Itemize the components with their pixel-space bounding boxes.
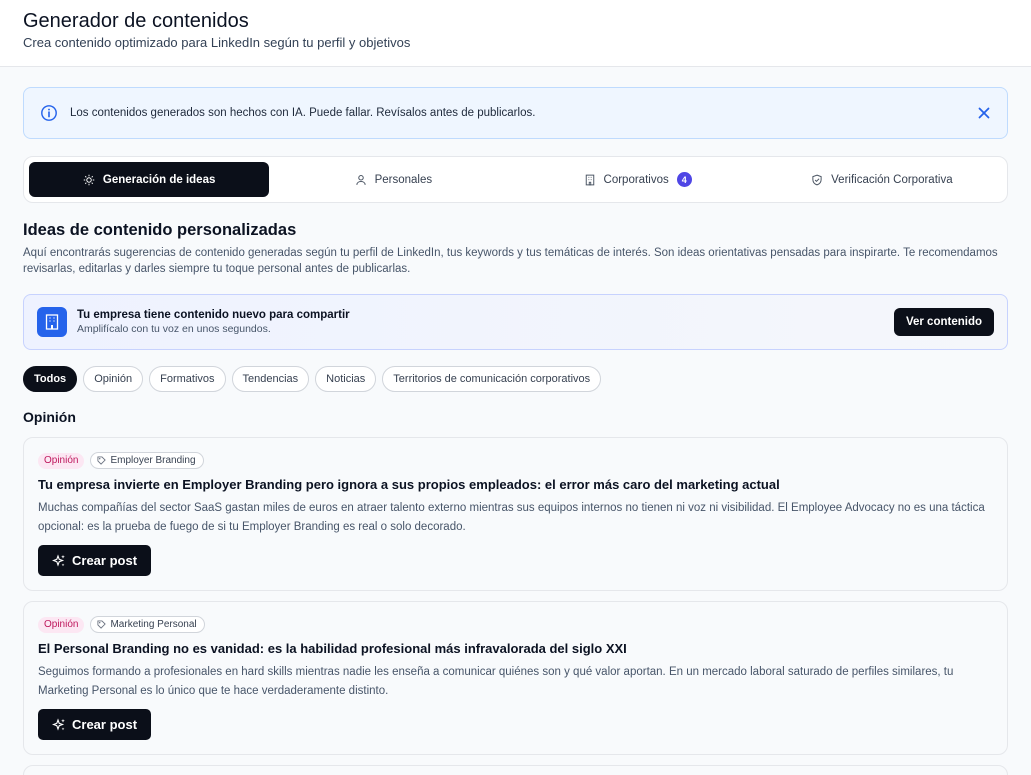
filter-noticias[interactable]: Noticias: [315, 366, 377, 392]
filter-formativos[interactable]: Formativos: [149, 366, 226, 392]
page-subtitle: Crea contenido optimizado para LinkedIn …: [23, 35, 411, 50]
section-description: Aquí encontrarás sugerencias de contenid…: [23, 247, 998, 275]
sparkles-icon: [52, 553, 65, 567]
tab-verificacion-corporativa[interactable]: Verificación Corporativa: [762, 162, 1002, 197]
building-icon: [585, 174, 594, 185]
idea-title: Tu empresa invierte en Employer Branding…: [38, 477, 780, 492]
tab-generacion-ideas[interactable]: Generación de ideas: [29, 162, 270, 197]
company-content-banner: Tu empresa tiene contenido nuevo para co…: [23, 294, 1008, 350]
idea-card: Opinión Employer Branding Tu empresa inv…: [23, 437, 1008, 591]
keyword-tag: Employer Branding: [90, 452, 204, 469]
idea-card: [23, 765, 1008, 775]
create-post-label: Crear post: [72, 717, 138, 732]
idea-title: El Personal Branding no es vanidad: es l…: [38, 641, 627, 656]
corporate-count-badge: 4: [676, 172, 692, 187]
content-tabs: Generación de ideas Personales Corporati…: [23, 156, 1008, 203]
filter-tendencias[interactable]: Tendencias: [231, 366, 310, 392]
alert-text: Los contenidos generados son hechos con …: [70, 107, 536, 119]
shield-check-icon: [812, 174, 822, 185]
tab-label: Corporativos: [603, 173, 669, 186]
close-icon: [978, 107, 990, 119]
idea-body: Seguimos formando a profesionales en har…: [38, 666, 954, 697]
keyword-tag: Marketing Personal: [90, 616, 205, 633]
sparkles-icon: [52, 717, 65, 731]
filter-territorios[interactable]: Territorios de comunicación corporativos: [382, 366, 602, 392]
user-icon: [355, 174, 366, 185]
filter-opinion[interactable]: Opinión: [83, 366, 144, 392]
main-content: Los contenidos generados son hechos con …: [0, 67, 1031, 775]
tab-label: Verificación Corporativa: [831, 173, 953, 186]
banner-title: Tu empresa tiene contenido nuevo para co…: [77, 309, 350, 321]
tag-icon: [97, 620, 107, 629]
tab-corporativos[interactable]: Corporativos 4: [518, 162, 758, 197]
create-post-button[interactable]: Crear post: [38, 545, 152, 576]
section-title: Ideas de contenido personalizadas: [23, 221, 297, 239]
idea-body: Muchas compañías del sector SaaS gastan …: [38, 502, 985, 533]
page-title: Generador de contenidos: [23, 10, 249, 32]
building-icon: [37, 307, 67, 337]
keyword-label: Marketing Personal: [110, 619, 197, 630]
type-badge: Opinión: [38, 452, 85, 469]
type-badge: Opinión: [38, 616, 85, 633]
view-content-button[interactable]: Ver contenido: [893, 308, 994, 336]
tab-personales[interactable]: Personales: [273, 162, 513, 197]
page-header: Generador de contenidos Crea contenido o…: [0, 0, 1031, 67]
banner-subtitle: Amplifícalo con tu voz en unos segundos.: [77, 323, 271, 335]
ai-warning-alert: Los contenidos generados son hechos con …: [23, 87, 1008, 139]
tab-label: Personales: [374, 173, 433, 186]
create-post-label: Crear post: [72, 553, 138, 568]
close-alert-button[interactable]: [975, 104, 993, 122]
tab-label: Generación de ideas: [102, 173, 216, 186]
group-title: Opinión: [23, 409, 76, 425]
category-filters: Todos Opinión Formativos Tendencias Noti…: [23, 366, 1008, 392]
lightbulb-icon: [83, 174, 95, 185]
info-icon: [41, 105, 57, 121]
keyword-label: Employer Branding: [110, 455, 196, 466]
filter-todos[interactable]: Todos: [23, 366, 78, 392]
idea-card: Opinión Marketing Personal El Personal B…: [23, 601, 1008, 755]
tag-icon: [97, 456, 107, 465]
create-post-button[interactable]: Crear post: [38, 709, 152, 740]
